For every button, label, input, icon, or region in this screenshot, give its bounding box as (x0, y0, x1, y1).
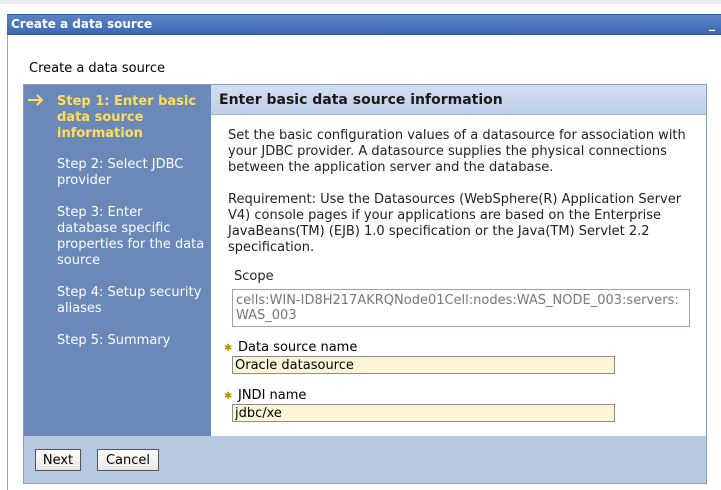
next-button[interactable]: Next (35, 449, 81, 471)
required-star-icon: ✱ (224, 343, 233, 354)
cancel-button[interactable]: Cancel (97, 449, 159, 471)
top-sliver (0, 0, 721, 4)
title-bar: Create a data source _ (7, 14, 721, 35)
step-5: Step 5: Summary (57, 333, 171, 348)
content-panel: Enter basic data source information Set … (211, 85, 706, 436)
scope-label: Scope (234, 269, 274, 284)
wizard: Step 1: Enter basic data source informat… (23, 84, 707, 484)
content-header: Enter basic data source information (211, 85, 706, 115)
data-source-name-label: Data source name (238, 340, 358, 355)
minimize-icon[interactable]: _ (706, 17, 718, 31)
step-2: Step 2: Select JDBC provider (57, 157, 184, 188)
page-heading: Create a data source (29, 61, 166, 76)
window-title: Create a data source (11, 17, 153, 31)
step-4: Step 4: Setup security aliases (57, 285, 202, 316)
description-text: Set the basic configuration values of a … (228, 128, 686, 175)
requirement-text: Requirement: Use the Datasources (WebSph… (228, 192, 682, 255)
page: Create a data source _ Create a data sou… (0, 0, 721, 490)
button-bar: Next Cancel (24, 436, 706, 483)
jndi-name-input[interactable] (232, 404, 615, 422)
data-source-name-input[interactable] (232, 356, 615, 374)
content-title: Enter basic data source information (219, 92, 503, 108)
steps-panel: Step 1: Enter basic data source informat… (24, 85, 211, 436)
step-1: Step 1: Enter basic data source informat… (57, 94, 197, 141)
step-3: Step 3: Enter database specific properti… (57, 205, 205, 268)
scope-value: cells:WIN-ID8H217AKRQNode01Cell:nodes:WA… (236, 293, 679, 323)
jndi-name-label: JNDI name (238, 388, 307, 403)
frame-border (7, 35, 8, 490)
arrow-right-icon (28, 94, 44, 106)
required-star-icon: ✱ (224, 391, 233, 402)
scope-field: cells:WIN-ID8H217AKRQNode01Cell:nodes:WA… (232, 289, 690, 327)
